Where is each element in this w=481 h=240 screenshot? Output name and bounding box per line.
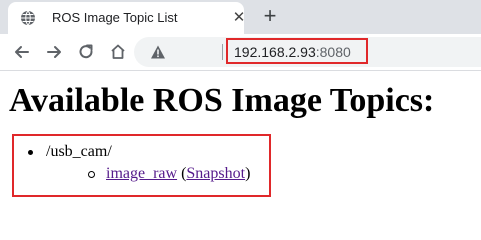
topic-list: /usb_cam/ image_raw (Snapshot) bbox=[28, 143, 250, 183]
topic-name: /usb_cam/ bbox=[46, 143, 112, 160]
back-arrow-icon[interactable] bbox=[12, 42, 32, 62]
snapshot-link[interactable]: Snapshot bbox=[186, 165, 245, 182]
warning-triangle-icon[interactable] bbox=[150, 44, 166, 60]
globe-icon bbox=[20, 10, 36, 26]
new-tab-icon[interactable]: + bbox=[260, 5, 280, 27]
image-raw-link[interactable]: image_raw bbox=[106, 165, 177, 182]
forward-arrow-icon[interactable] bbox=[44, 42, 64, 62]
browser-tab[interactable]: ROS Image Topic List ✕ bbox=[8, 2, 246, 34]
bullet-circle bbox=[88, 171, 95, 178]
address-separator bbox=[222, 44, 223, 60]
browser-toolbar: 192.168.2.93:8080 bbox=[0, 34, 481, 71]
tab-strip: ROS Image Topic List ✕ + bbox=[0, 0, 481, 34]
address-bar[interactable]: 192.168.2.93:8080 bbox=[134, 37, 481, 67]
stream-list: image_raw (Snapshot) bbox=[46, 165, 250, 183]
url-text[interactable]: 192.168.2.93:8080 bbox=[234, 44, 351, 60]
close-tab-icon[interactable]: ✕ bbox=[232, 10, 246, 25]
url-highlight-box: 192.168.2.93:8080 bbox=[226, 38, 368, 64]
list-item: /usb_cam/ image_raw (Snapshot) bbox=[28, 143, 250, 183]
tab-title: ROS Image Topic List bbox=[52, 10, 178, 25]
page-title: Available ROS Image Topics: bbox=[9, 82, 435, 119]
bullet-disc bbox=[28, 150, 33, 155]
reload-icon[interactable] bbox=[76, 42, 96, 62]
url-port: :8080 bbox=[315, 44, 351, 60]
list-item: image_raw (Snapshot) bbox=[46, 165, 250, 183]
close-paren: ) bbox=[245, 165, 251, 182]
home-icon[interactable] bbox=[108, 42, 128, 62]
url-host: 192.168.2.93 bbox=[234, 44, 316, 60]
